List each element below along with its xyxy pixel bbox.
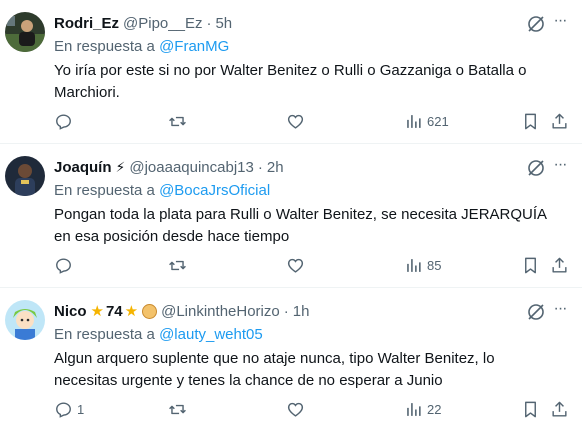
more-dots-icon[interactable]: ··· [550, 156, 570, 176]
heart-icon [287, 114, 304, 129]
more-dots-icon[interactable]: ··· [550, 300, 570, 320]
food-plate-icon [142, 303, 158, 319]
bookmark-icon [525, 113, 536, 129]
reply-context: En respuesta a @FranMG [54, 38, 229, 55]
views-button[interactable]: 22 [404, 398, 441, 420]
retweet-icon [169, 116, 186, 126]
reply-prefix: En respuesta a [54, 326, 155, 343]
separator-dot: · [257, 158, 263, 176]
views-chart-icon [407, 258, 421, 272]
views-chart-icon [407, 402, 421, 416]
views-chart-icon [407, 114, 421, 128]
views-count: 22 [427, 401, 442, 417]
tweet-item[interactable]: Rodri_Ez @Pipo__Ez · 5h ··· En respuesta… [0, 0, 582, 144]
reply-prefix: En respuesta a [54, 182, 155, 199]
retweet-icon [169, 260, 186, 270]
name-badges: ★ 74 ★ [90, 302, 139, 321]
heart-icon [287, 402, 304, 417]
reply-button[interactable] [54, 254, 77, 276]
tweet-text: Pongan toda la plata para Rulli o Walter… [54, 206, 547, 245]
like-button[interactable] [286, 254, 309, 276]
tweet-item[interactable]: Nico ★ 74 ★ @LinkintheHorizo · 1h ··· En… [0, 288, 582, 431]
reply-prefix: En respuesta a [54, 38, 155, 55]
tweet-actions: 1 22 [54, 398, 572, 422]
author-name[interactable]: Nico [54, 303, 87, 320]
bookmark-icon [525, 257, 536, 273]
tweet-actions: 621 [54, 110, 572, 134]
retweet-button[interactable] [168, 398, 191, 420]
star-icon: ★ [124, 303, 139, 320]
share-button[interactable] [550, 110, 569, 132]
reply-count: 1 [77, 401, 85, 417]
share-icon [552, 257, 567, 273]
reply-context: En respuesta a @lauty_weht05 [54, 326, 263, 343]
reply-button[interactable]: 1 [54, 398, 84, 420]
views-count: 621 [427, 113, 449, 129]
reply-mention-link[interactable]: @lauty_weht05 [159, 326, 263, 343]
lightning-icon: ⚡ [115, 158, 126, 175]
share-button[interactable] [550, 398, 569, 420]
reply-button[interactable] [54, 110, 77, 132]
grok-icon[interactable] [526, 14, 546, 34]
author-name[interactable]: Rodri_Ez [54, 15, 119, 32]
retweet-button[interactable] [168, 110, 191, 132]
avatar[interactable] [5, 12, 45, 52]
retweet-button[interactable] [168, 254, 191, 276]
name-number: 74 [105, 302, 123, 320]
share-icon [552, 401, 567, 417]
tweet-header: Joaquín ⚡ @joaaaquincabj13 · 2h [54, 156, 522, 178]
separator-dot: · [283, 302, 289, 320]
heart-icon [287, 258, 304, 273]
author-handle[interactable]: @Pipo__Ez [123, 15, 202, 32]
timestamp[interactable]: 2h [267, 159, 284, 176]
grok-icon[interactable] [526, 302, 546, 322]
tweet-actions: 85 [54, 254, 572, 278]
grok-icon[interactable] [526, 158, 546, 178]
separator-dot: · [206, 14, 212, 32]
bookmark-button[interactable] [521, 110, 540, 132]
tweet-feed: Rodri_Ez @Pipo__Ez · 5h ··· En respuesta… [0, 0, 582, 431]
timestamp[interactable]: 1h [293, 303, 310, 320]
author-handle[interactable]: @joaaaquincabj13 [129, 159, 254, 176]
bookmark-button[interactable] [521, 254, 540, 276]
reply-context: En respuesta a @BocaJrsOficial [54, 182, 270, 199]
share-button[interactable] [550, 254, 569, 276]
views-button[interactable]: 85 [404, 254, 441, 276]
reply-icon [56, 113, 71, 130]
author-handle[interactable]: @LinkintheHorizo [161, 303, 280, 320]
like-button[interactable] [286, 398, 309, 420]
tweet-text: Yo iría por este si no por Walter Benite… [54, 62, 527, 101]
star-icon: ★ [90, 303, 104, 320]
bookmark-button[interactable] [521, 398, 540, 420]
views-button[interactable]: 621 [404, 110, 449, 132]
author-name[interactable]: Joaquín [54, 159, 112, 176]
avatar[interactable] [5, 156, 45, 196]
reply-icon [56, 401, 71, 418]
more-dots-icon[interactable]: ··· [550, 12, 570, 32]
reply-mention-link[interactable]: @FranMG [159, 38, 229, 55]
reply-mention-link[interactable]: @BocaJrsOficial [159, 182, 270, 199]
tweet-header: Nico ★ 74 ★ @LinkintheHorizo · 1h [54, 300, 522, 322]
like-button[interactable] [286, 110, 309, 132]
tweet-text: Algun arquero suplente que no ataje nunc… [54, 350, 495, 389]
avatar[interactable] [5, 300, 45, 340]
timestamp[interactable]: 5h [215, 15, 232, 32]
views-count: 85 [427, 257, 442, 273]
share-icon [552, 113, 567, 129]
bookmark-icon [525, 401, 536, 417]
reply-icon [56, 257, 71, 274]
tweet-item[interactable]: Joaquín ⚡ @joaaaquincabj13 · 2h ··· En r… [0, 144, 582, 288]
tweet-header: Rodri_Ez @Pipo__Ez · 5h [54, 12, 522, 34]
retweet-icon [169, 404, 186, 414]
